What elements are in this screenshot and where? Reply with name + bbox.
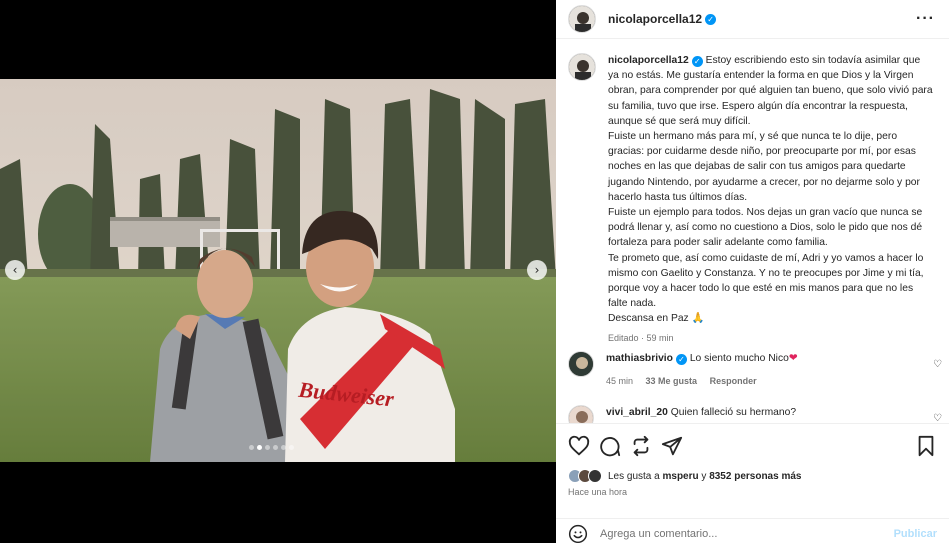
comments-section[interactable]: nicolaporcella12 ✓ Estoy escribiendo esto… bbox=[556, 53, 949, 423]
verified-badge-icon: ✓ bbox=[691, 56, 703, 67]
more-options-icon[interactable]: ··· bbox=[916, 10, 935, 28]
author-username[interactable]: nicolaporcella12 bbox=[608, 12, 702, 26]
liker-avatar bbox=[588, 469, 602, 483]
likes-others[interactable]: 8352 personas más bbox=[709, 471, 801, 482]
comment-icon[interactable] bbox=[599, 435, 621, 457]
like-comment-heart-icon[interactable]: ♡ bbox=[933, 413, 942, 423]
comment-input[interactable] bbox=[600, 527, 890, 540]
commenter-username[interactable]: mathiasbrivio bbox=[606, 353, 673, 364]
verified-badge-icon: ✓ bbox=[705, 13, 717, 25]
heart-icon[interactable] bbox=[568, 435, 590, 457]
caption-paragraph: Fuiste un ejemplo para todos. Nos dejas … bbox=[608, 207, 923, 249]
publish-button[interactable]: Publicar bbox=[894, 528, 937, 540]
likes-user[interactable]: msperu bbox=[663, 471, 699, 482]
post-side-panel: nicolaporcella12 ✓ ··· nicolaporcella12 ✓… bbox=[556, 0, 949, 543]
emoji-icon[interactable] bbox=[568, 524, 588, 543]
comment-text: Quien falleció su hermano? bbox=[670, 407, 797, 418]
carousel-dot bbox=[273, 445, 278, 450]
commenter-avatar[interactable] bbox=[568, 351, 594, 377]
caption-avatar[interactable] bbox=[568, 53, 596, 81]
comment-text: Lo siento mucho Nico bbox=[689, 353, 789, 364]
carousel-dot bbox=[265, 445, 270, 450]
post-actions: Les gusta a msperu y 8352 personas más H… bbox=[556, 423, 949, 543]
caption-username[interactable]: nicolaporcella12 bbox=[608, 55, 689, 66]
post-media: Budweiser ‹ › bbox=[0, 0, 556, 543]
carousel-indicator bbox=[249, 445, 294, 450]
carousel-dot-active bbox=[257, 445, 262, 450]
chevron-right-icon: › bbox=[534, 263, 540, 277]
chevron-left-icon: ‹ bbox=[12, 263, 18, 277]
comment-item: vivi_abril_20 Quien falleció su hermano?… bbox=[568, 405, 948, 423]
share-icon[interactable] bbox=[661, 435, 683, 457]
likes-prefix: Les gusta a bbox=[608, 470, 660, 482]
comment-composer: Publicar bbox=[556, 518, 949, 543]
post-timestamp: Hace una hora bbox=[568, 487, 628, 497]
caption-meta: Editado · 59 min bbox=[608, 332, 674, 343]
carousel-dot bbox=[249, 445, 254, 450]
carousel-dot bbox=[281, 445, 286, 450]
carousel-dot bbox=[289, 445, 294, 450]
likes-connector: y bbox=[701, 470, 707, 482]
caption-paragraph: Te prometo que, así como cuidaste de mí,… bbox=[608, 252, 924, 310]
bookmark-icon[interactable] bbox=[915, 435, 937, 457]
carousel-next-button[interactable]: › bbox=[527, 260, 547, 280]
like-comment-heart-icon[interactable]: ♡ bbox=[933, 359, 942, 370]
author-avatar[interactable] bbox=[568, 5, 596, 33]
reply-button[interactable]: Responder bbox=[710, 376, 757, 386]
post-photo: Budweiser bbox=[0, 79, 556, 462]
commenter-username[interactable]: vivi_abril_20 bbox=[606, 407, 668, 418]
comment-time: 45 min bbox=[606, 376, 634, 387]
verified-badge-icon: ✓ bbox=[675, 354, 687, 365]
likes-summary: Les gusta a msperu y 8352 personas más bbox=[568, 469, 801, 483]
post-caption: nicolaporcella12 ✓ Estoy escribiendo esto… bbox=[556, 53, 949, 346]
caption-paragraph: Descansa en Paz 🙏 bbox=[608, 313, 705, 325]
post-header: nicolaporcella12 ✓ ··· bbox=[556, 0, 949, 39]
post-modal: Budweiser ‹ › nicolaporcella12 ✓ ··· nic… bbox=[0, 0, 949, 543]
commenter-avatar[interactable] bbox=[568, 405, 594, 423]
repost-icon[interactable] bbox=[630, 435, 652, 457]
carousel-prev-button[interactable]: ‹ bbox=[5, 260, 25, 280]
red-heart-emoji: ❤ bbox=[788, 353, 798, 364]
comment-item: mathiasbrivio ✓ Lo siento mucho Nico❤ 45 … bbox=[568, 351, 948, 389]
caption-paragraph: Fuiste un hermano más para mí, y sé que … bbox=[608, 131, 920, 203]
comment-likes[interactable]: 33 Me gusta bbox=[646, 376, 698, 386]
